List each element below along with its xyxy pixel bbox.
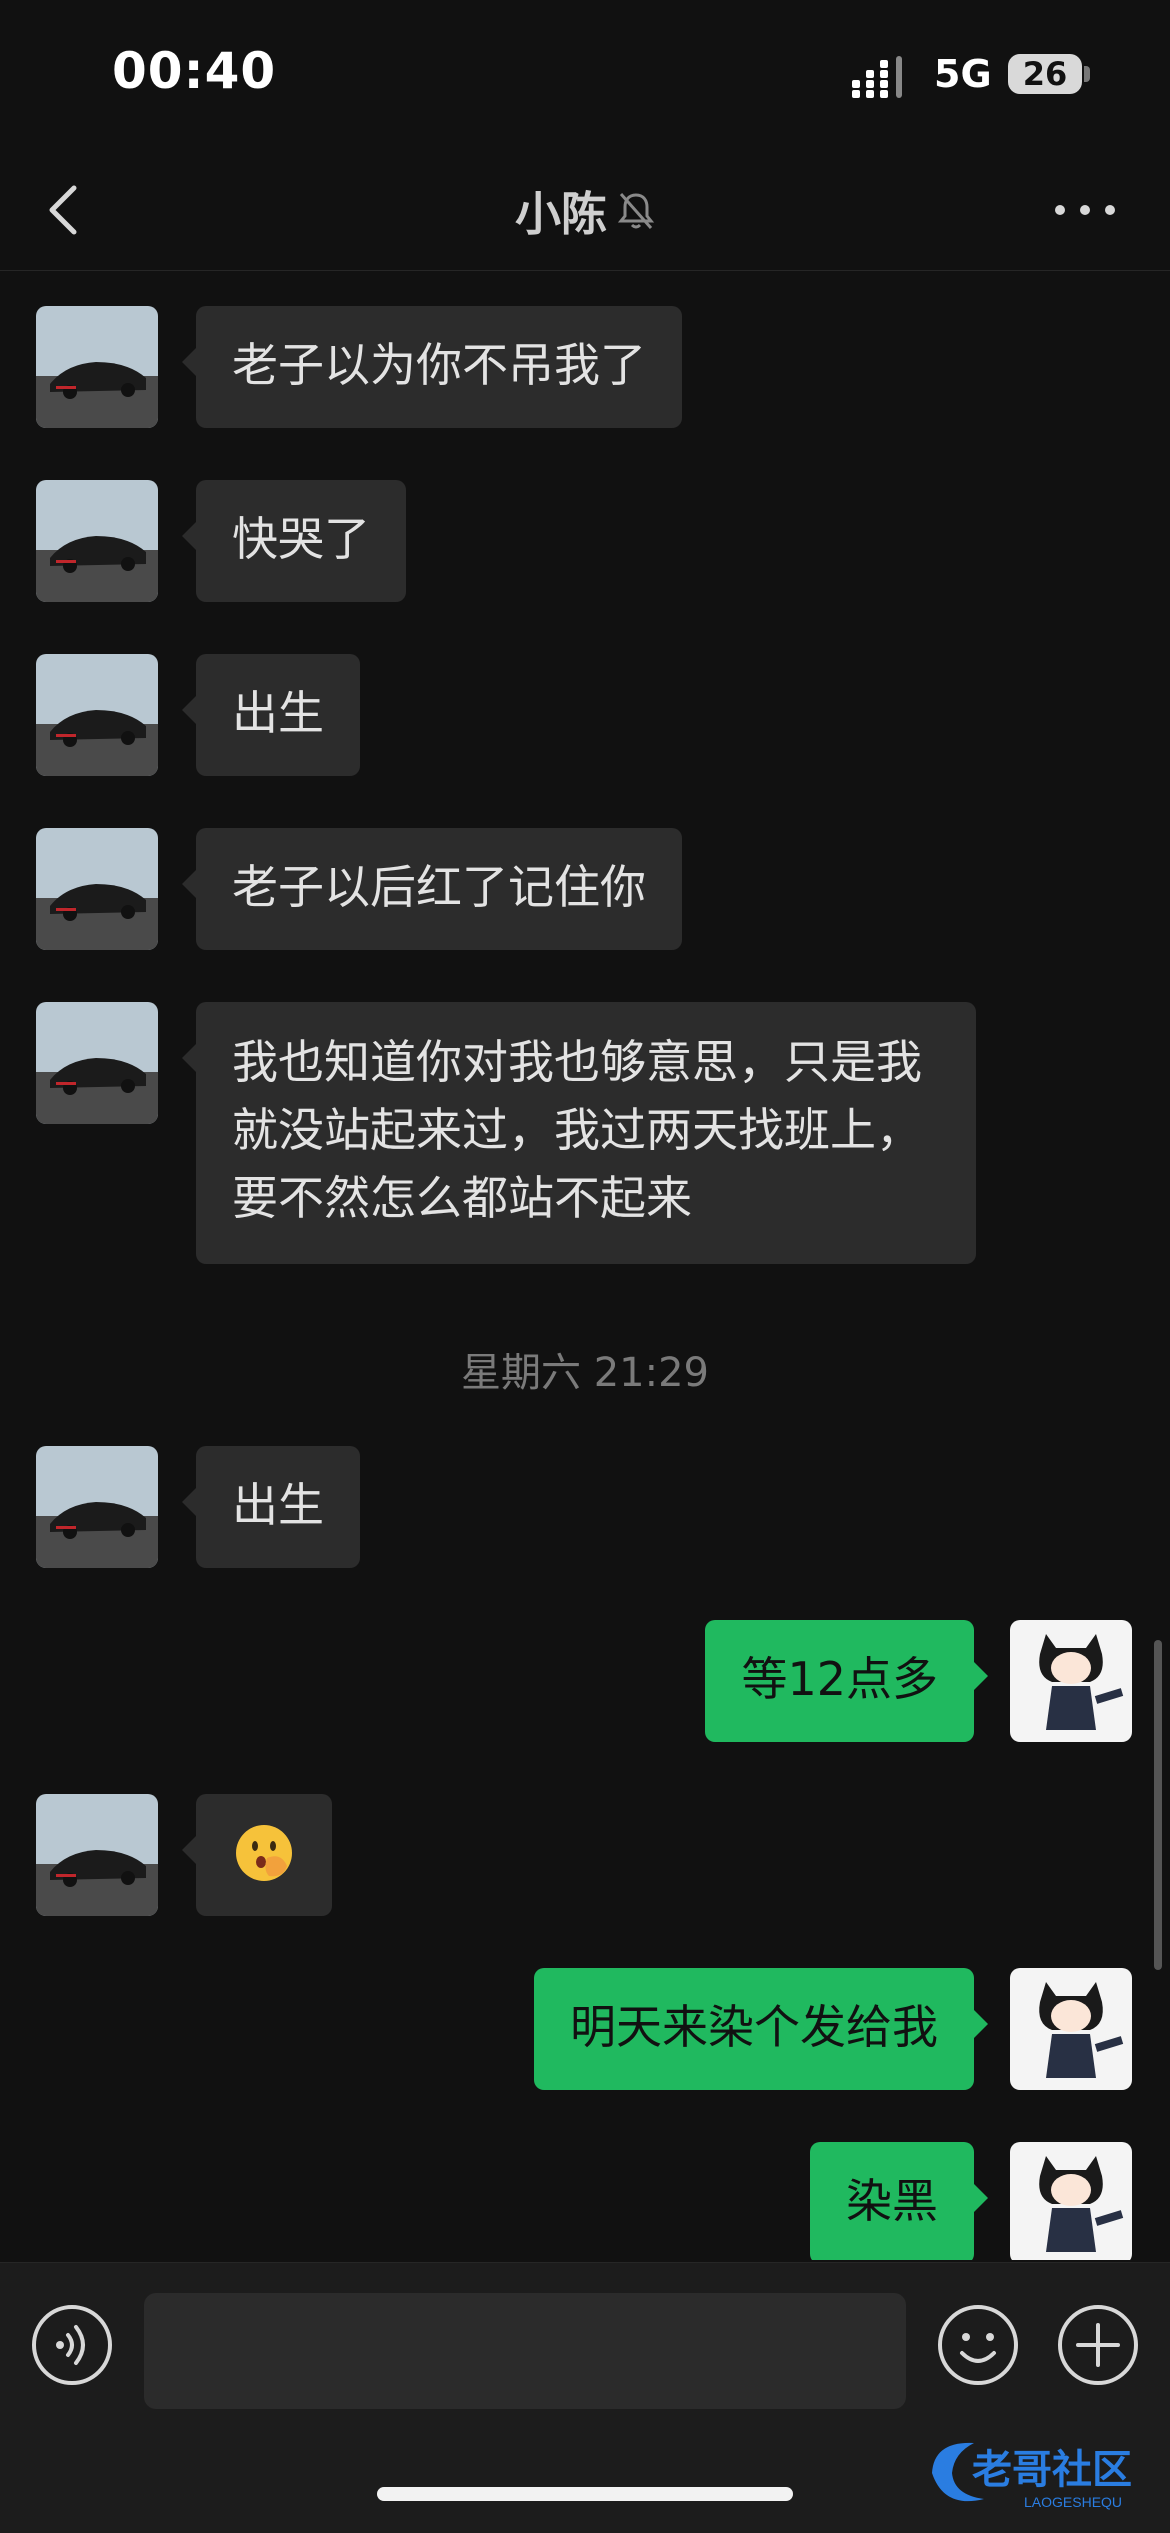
- message-row: 快哭了: [0, 480, 1170, 602]
- car-avatar-image: [36, 306, 158, 428]
- incoming-bubble[interactable]: 老子以为你不吊我了: [182, 306, 682, 428]
- contact-avatar[interactable]: [36, 654, 158, 776]
- contact-name: 小陈: [515, 187, 607, 241]
- outgoing-bubble[interactable]: 等12点多: [705, 1620, 988, 1742]
- contact-avatar[interactable]: [36, 1794, 158, 1916]
- incoming-bubble[interactable]: 快哭了: [182, 480, 406, 602]
- contact-avatar[interactable]: [36, 480, 158, 602]
- contact-avatar[interactable]: [36, 306, 158, 428]
- anime-avatar-image: [1010, 1620, 1132, 1742]
- plus-icon[interactable]: [1056, 2303, 1140, 2387]
- contact-avatar[interactable]: [36, 1002, 158, 1124]
- car-avatar-image: [36, 1446, 158, 1568]
- message-row: 染黑: [0, 2142, 1170, 2260]
- car-avatar-image: [36, 480, 158, 602]
- message-row: 出生: [0, 654, 1170, 776]
- car-avatar-image: [36, 654, 158, 776]
- contact-avatar[interactable]: [36, 1446, 158, 1568]
- my-avatar[interactable]: [1010, 1968, 1132, 2090]
- car-avatar-image: [36, 1794, 158, 1916]
- contact-avatar[interactable]: [36, 828, 158, 950]
- timestamp-divider: 星期六 21:29: [461, 1350, 709, 1396]
- watermark-subtext: LAOGESHEQU: [1024, 2494, 1122, 2510]
- anime-avatar-image: [1010, 1968, 1132, 2090]
- watermark-logo: 老哥社区 LAOGESHEQU: [932, 2442, 1132, 2510]
- anime-avatar-image: [1010, 2142, 1132, 2260]
- chat-header: 小陈: [0, 150, 1170, 271]
- my-avatar[interactable]: [1010, 1620, 1132, 1742]
- message-row: 我也知道你对我也够意思，只是我就没站起来过，我过两天找班上，要不然怎么都站不起来: [0, 1002, 1170, 1264]
- incoming-bubble[interactable]: 出生: [182, 1446, 360, 1568]
- car-avatar-image: [36, 828, 158, 950]
- incoming-bubble[interactable]: 我也知道你对我也够意思，只是我就没站起来过，我过两天找班上，要不然怎么都站不起来: [182, 1002, 976, 1264]
- input-bar: 老哥社区 LAOGESHEQU: [0, 2262, 1170, 2533]
- face-with-hand-over-mouth-icon: [236, 1825, 292, 1881]
- outgoing-bubble[interactable]: 染黑: [810, 2142, 988, 2260]
- car-avatar-image: [36, 1002, 158, 1124]
- emoji-icon[interactable]: [936, 2303, 1020, 2387]
- status-time: 00:40: [112, 42, 277, 100]
- watermark-text: 老哥社区: [972, 2448, 1132, 2492]
- incoming-emoji-bubble[interactable]: [182, 1794, 332, 1916]
- message-row: [0, 1794, 1170, 1916]
- more-options-icon[interactable]: [1052, 200, 1118, 220]
- my-avatar[interactable]: [1010, 2142, 1132, 2260]
- message-row: 明天来染个发给我: [0, 1968, 1170, 2090]
- incoming-bubble[interactable]: 出生: [182, 654, 360, 776]
- message-input[interactable]: [144, 2293, 906, 2409]
- status-bar: 00:40 5G 26: [0, 0, 1170, 150]
- signal-icon: [852, 56, 902, 98]
- chat-title: 小陈: [0, 178, 1170, 244]
- message-row: 等12点多: [0, 1620, 1170, 1742]
- battery-tip: [1084, 66, 1090, 82]
- network-type: 5G: [934, 52, 992, 96]
- bell-slash-icon: [617, 193, 655, 229]
- home-indicator[interactable]: [377, 2487, 793, 2501]
- message-row: 老子以为你不吊我了: [0, 306, 1170, 428]
- incoming-bubble[interactable]: 老子以后红了记住你: [182, 828, 682, 950]
- voice-input-icon[interactable]: [30, 2303, 114, 2387]
- scrollbar[interactable]: [1154, 1640, 1162, 1970]
- message-row: 出生: [0, 1446, 1170, 1568]
- outgoing-bubble[interactable]: 明天来染个发给我: [534, 1968, 988, 2090]
- battery-icon: 26: [1008, 54, 1082, 94]
- message-row: 老子以后红了记住你: [0, 828, 1170, 950]
- message-list[interactable]: 老子以为你不吊我了 快哭了 出生 老子以后红了记住你 我也知道你对我也够意思，只…: [0, 272, 1170, 2260]
